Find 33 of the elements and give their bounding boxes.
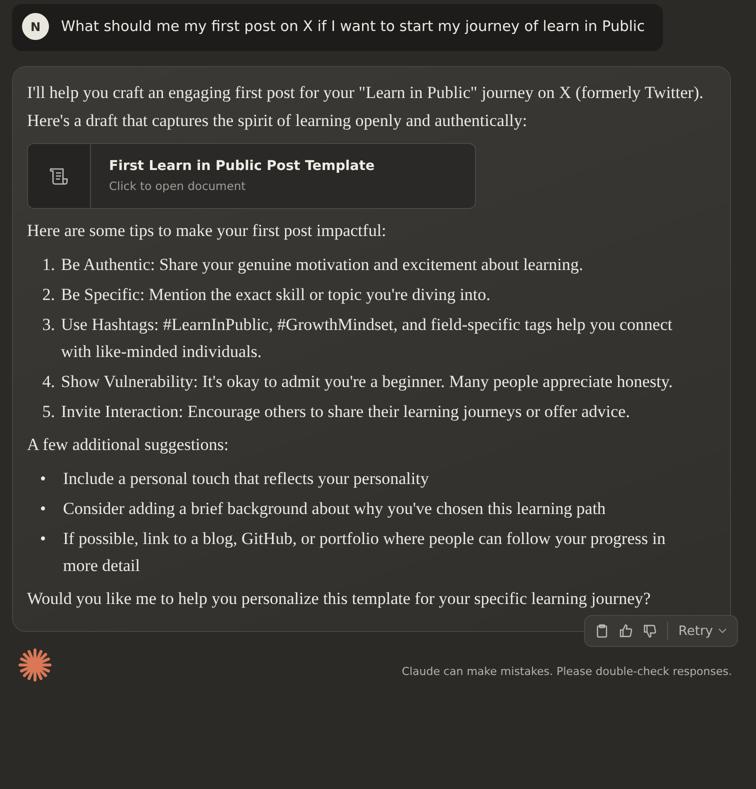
list-item-text: Consider adding a brief background about why you've chosen this learning path [63, 498, 607, 520]
response-paragraph: I'll help you craft an engaging first post for your "Learn in Public" journey on X (formerly Twitter). Here's a draft that captures the spirit of learning openly and authentically: [27, 82, 704, 132]
list-number: 5. [41, 401, 56, 423]
list-number: 4. [41, 371, 56, 393]
list-number: 3. [41, 314, 56, 336]
bullet: • [39, 528, 47, 550]
document-title: First Learn in Public Post Template [109, 157, 375, 176]
list-number: 2. [41, 284, 56, 306]
thumbs-up-icon[interactable] [619, 624, 634, 638]
list-item-text: Include a personal touch that reflects your personality [63, 468, 430, 490]
caret-icon [718, 628, 727, 634]
user-avatar: N [22, 13, 49, 40]
suggestions-heading: A few additional suggestions: [27, 434, 230, 456]
document-subtitle: Click to open document [109, 178, 247, 195]
disclaimer-text: Claude can make mistakes. Please double-check responses. [402, 665, 732, 678]
list-item-text: Show Vulnerability: It's okay to admit you're a beginner. Many people appreciate honesty. [61, 371, 674, 393]
list-item-text: Use Hashtags: #LearnInPublic, #GrowthMindset, and field-specific tags help you connect with like-minded individuals. [61, 314, 674, 363]
list-item-text: If possible, link to a blog, GitHub, or portfolio where people can follow your progress in more detail [63, 528, 666, 577]
list-number: 1. [41, 254, 56, 276]
retry-button[interactable]: Retry [678, 624, 727, 638]
bullet: • [39, 498, 47, 520]
bullet: • [39, 468, 47, 490]
user-message-text: What should me my first post on X if I want to start my journey of learn in Public [61, 18, 645, 34]
list-item-text: Be Specific: Mention the exact skill or topic you're diving into. [61, 284, 492, 306]
closing-paragraph: Would you like me to help you personalize this template for your specific learning journey? [27, 588, 652, 610]
starburst-logo-icon [18, 648, 52, 682]
document-card[interactable]: First Learn in Public Post Template Click to open document [27, 143, 476, 209]
scroll-icon [49, 166, 69, 186]
tips-heading: Here are some tips to make your first post impactful: [27, 220, 388, 242]
copy-icon[interactable] [595, 624, 610, 638]
list-item-text: Invite Interaction: Encourage others to share their learning journeys or offer advice. [61, 401, 631, 423]
thumbs-down-icon[interactable] [643, 624, 658, 638]
list-item-text: Be Authentic: Share your genuine motivation and excitement about learning. [61, 254, 584, 276]
